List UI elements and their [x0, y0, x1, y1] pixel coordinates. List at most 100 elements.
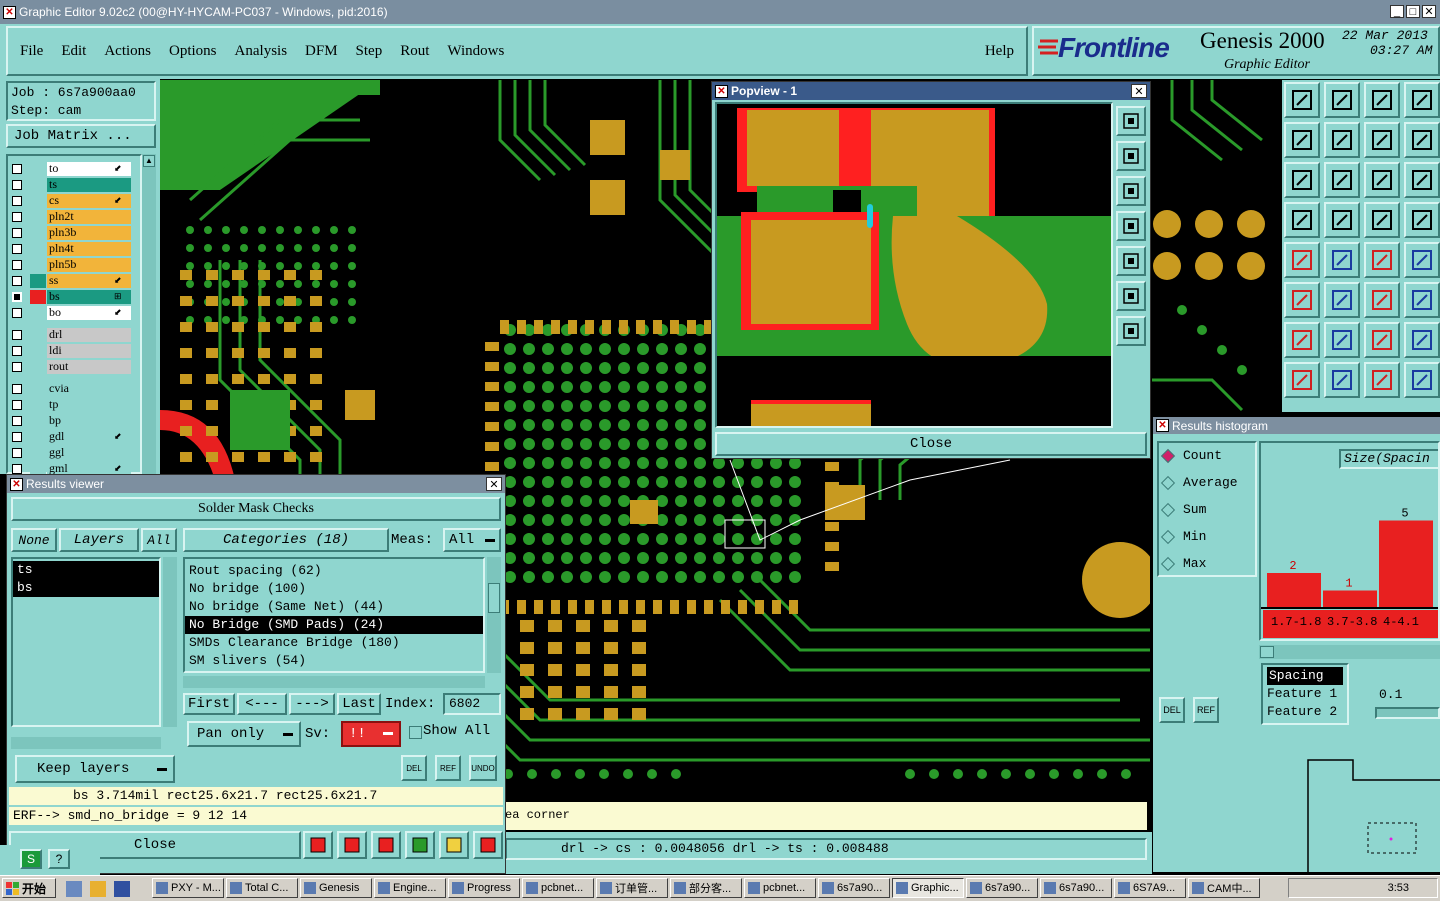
pop-right-icon[interactable]: [1116, 246, 1146, 276]
chart-icon[interactable]: [473, 831, 503, 859]
layer-affected-swatch[interactable]: [30, 413, 46, 428]
window-icon[interactable]: [1404, 82, 1440, 118]
layer-row-pln2t[interactable]: pln2t: [12, 209, 131, 224]
results-ref-button[interactable]: REF: [435, 755, 461, 781]
radio-diamond-icon[interactable]: [1160, 556, 1176, 571]
taskbar-item[interactable]: 6S7A9...: [1114, 878, 1186, 898]
keep-layers-dropdown[interactable]: Keep layers: [15, 755, 175, 783]
layer-checkbox[interactable]: [12, 383, 22, 394]
layer-checkbox[interactable]: [12, 275, 22, 286]
last-button[interactable]: Last: [337, 693, 381, 715]
taskbar-item[interactable]: 6s7a90...: [1040, 878, 1112, 898]
results-del-button[interactable]: DEL: [401, 755, 427, 781]
layer-affected-swatch[interactable]: [30, 225, 46, 240]
cut-icon[interactable]: [1324, 362, 1360, 398]
menu-file[interactable]: File: [20, 43, 43, 60]
help-icon[interactable]: [1404, 162, 1440, 198]
line-icon[interactable]: [1284, 322, 1320, 358]
next-button[interactable]: --->: [289, 693, 335, 715]
pan-mode-dropdown[interactable]: Pan only: [187, 721, 301, 747]
category-item[interactable]: No bridge (Same Net) (44): [185, 598, 483, 616]
layer-affected-swatch[interactable]: [30, 397, 46, 412]
layers-all-button[interactable]: All: [141, 528, 177, 552]
layer-affected-swatch[interactable]: [30, 343, 46, 358]
layer-checkbox[interactable]: [12, 195, 22, 206]
pop-up-icon[interactable]: [1116, 141, 1146, 171]
results-layer-scrollbar[interactable]: [163, 557, 177, 727]
taskbar-item[interactable]: Genesis: [300, 878, 372, 898]
snap-active-icon[interactable]: [1404, 202, 1440, 238]
layer-checkbox[interactable]: [12, 307, 22, 318]
menu-analysis[interactable]: Analysis: [235, 43, 288, 60]
layer-icon[interactable]: [337, 831, 367, 859]
category-scrollbar[interactable]: [487, 557, 501, 673]
category-item[interactable]: No bridge (100): [185, 580, 483, 598]
mirror-icon[interactable]: [1404, 122, 1440, 158]
layer-affected-swatch[interactable]: [30, 161, 46, 176]
radio-diamond-icon[interactable]: [1160, 475, 1176, 490]
popview-close-button[interactable]: Close: [715, 432, 1147, 456]
results-undo-button[interactable]: UNDO: [469, 755, 497, 781]
layer-row-to[interactable]: to ⬋: [12, 161, 131, 176]
layer-affected-swatch[interactable]: [30, 327, 46, 342]
layer-row-ggl[interactable]: ggl: [12, 445, 131, 460]
snap-icon[interactable]: [1364, 202, 1400, 238]
layer-row-drl[interactable]: drl: [12, 327, 131, 342]
menu-actions[interactable]: Actions: [104, 43, 151, 60]
histogram-mode-min[interactable]: Min: [1160, 529, 1206, 544]
layer-checkbox[interactable]: [12, 361, 22, 372]
layer-row-pln5b[interactable]: pln5b: [12, 257, 131, 272]
taskbar-item[interactable]: Graphic...: [892, 878, 964, 898]
pop-zoom-icon[interactable]: [1116, 106, 1146, 136]
layer-row-bp[interactable]: bp: [12, 413, 131, 428]
results-layer-ts[interactable]: ts: [13, 561, 159, 579]
layer-list-scrollbar[interactable]: ▲: [142, 154, 156, 474]
layer-affected-swatch[interactable]: [30, 177, 46, 192]
popview-canvas[interactable]: [715, 102, 1113, 428]
severity-dropdown[interactable]: !!: [341, 721, 401, 747]
close-icon[interactable]: ✕: [1422, 5, 1436, 18]
histogram-slider[interactable]: [1375, 707, 1440, 719]
layer-checkbox[interactable]: [12, 243, 22, 254]
layer-row-pln4t[interactable]: pln4t: [12, 241, 131, 256]
slash-icon[interactable]: [1324, 322, 1360, 358]
meas-dropdown[interactable]: All: [443, 528, 501, 552]
maximize-icon[interactable]: □: [1406, 5, 1420, 18]
category-item[interactable]: SMDs Clearance Bridge (180): [185, 634, 483, 652]
taskbar-item[interactable]: 部分客...: [670, 878, 742, 898]
category-hscroll[interactable]: [183, 676, 485, 688]
layer-checkbox[interactable]: [12, 163, 22, 174]
move-up-icon[interactable]: [1284, 82, 1320, 118]
layer-row-ts[interactable]: ts: [12, 177, 131, 192]
start-button[interactable]: 开始: [2, 878, 56, 898]
select-icon[interactable]: [1284, 242, 1320, 278]
results-layer-hscroll[interactable]: [11, 737, 161, 749]
layer-affected-swatch[interactable]: [30, 257, 46, 272]
category-item[interactable]: No Bridge (SMD Pads) (24): [185, 616, 483, 634]
connect-icon[interactable]: [1284, 282, 1320, 318]
center-icon[interactable]: [1324, 162, 1360, 198]
layer-affected-swatch[interactable]: [30, 273, 46, 288]
histogram-del-button[interactable]: DEL: [1159, 697, 1185, 723]
arc-icon[interactable]: [1364, 322, 1400, 358]
pop-down-icon[interactable]: [1116, 176, 1146, 206]
layer-row-cs[interactable]: cs ⬋: [12, 193, 131, 208]
histogram-mode-average[interactable]: Average: [1160, 475, 1238, 490]
histogram-mode-max[interactable]: Max: [1160, 556, 1206, 571]
solder-mask-header[interactable]: Solder Mask Checks: [11, 497, 501, 521]
layer-checkbox[interactable]: [12, 415, 22, 426]
histogram-mode-count[interactable]: Count: [1160, 448, 1222, 463]
layer-checkbox[interactable]: [12, 447, 22, 458]
help-icon[interactable]: ?: [48, 849, 70, 869]
layer-row-pln3b[interactable]: pln3b: [12, 225, 131, 240]
pop-center-icon[interactable]: [1116, 316, 1146, 346]
layer-affected-swatch[interactable]: [30, 359, 46, 374]
layer-row-gdl[interactable]: gdl ⬋: [12, 429, 131, 444]
taskbar-item[interactable]: Progress: [448, 878, 520, 898]
layers-none-button[interactable]: None: [11, 528, 57, 552]
taskbar-item[interactable]: 6s7a90...: [966, 878, 1038, 898]
layer-checkbox[interactable]: [12, 431, 22, 442]
category-item[interactable]: Rout spacing (62): [185, 562, 483, 580]
layer-row-bs[interactable]: bs ⊞: [12, 289, 131, 304]
ql-ie-icon[interactable]: [90, 881, 106, 897]
